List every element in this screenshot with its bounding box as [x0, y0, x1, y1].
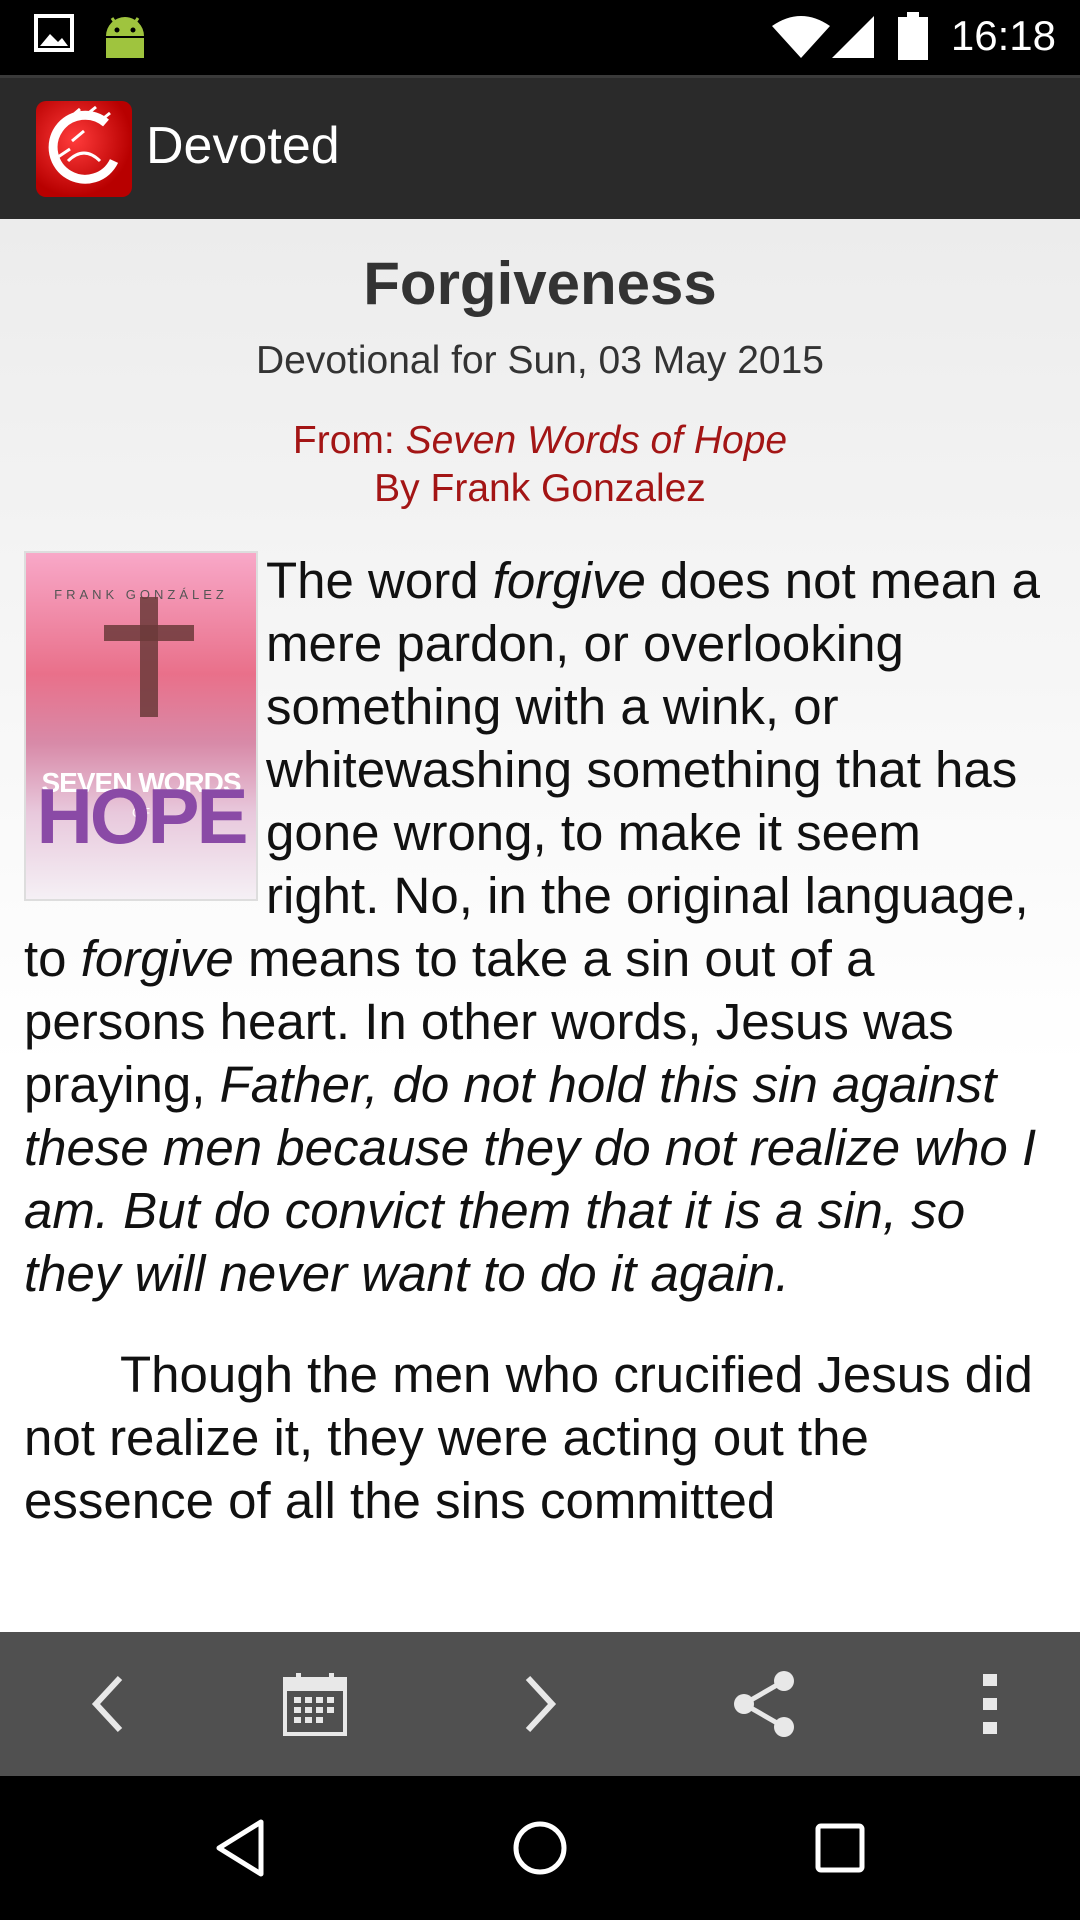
bottom-toolbar: [0, 1632, 1080, 1776]
share-button[interactable]: [657, 1632, 873, 1776]
recents-button[interactable]: [740, 1776, 940, 1920]
signal-icon: [832, 16, 874, 62]
back-icon: [216, 1819, 264, 1877]
wifi-icon: [772, 16, 830, 62]
book-cover-image: FRANK GONZÁLEZ SEVEN WORDS OF HOPE SPOKE…: [24, 551, 258, 901]
book-title: Seven Words of Hope: [405, 419, 788, 462]
image-icon: [34, 14, 74, 56]
share-icon: [734, 1671, 794, 1737]
text-run-italic: forgive: [492, 552, 646, 609]
overflow-menu-button[interactable]: [882, 1632, 1080, 1776]
paragraph: Though the men who crucified Jesus did n…: [24, 1343, 1044, 1532]
devotional-source: From: Seven Words of Hope By Frank Gonza…: [0, 417, 1080, 513]
text-run: The word: [266, 552, 493, 609]
cover-title-main: HOPE: [36, 772, 248, 860]
cover-subtitle: SPOKEN FROM THE CROSS: [26, 875, 256, 899]
android-icon: [102, 12, 148, 62]
text-run: Though the men who crucified Jesus did n…: [24, 1346, 1033, 1529]
back-button[interactable]: [140, 1776, 340, 1920]
devoted-logo[interactable]: [36, 101, 132, 197]
overflow-menu-icon: [983, 1674, 997, 1734]
devotional-content[interactable]: Forgiveness Devotional for Sun, 03 May 2…: [0, 219, 1080, 1632]
paragraph: FRANK GONZÁLEZ SEVEN WORDS OF HOPE SPOKE…: [24, 549, 1044, 1305]
cross-icon: [104, 597, 194, 717]
navigation-bar: [0, 1776, 1080, 1920]
previous-button[interactable]: [0, 1632, 216, 1776]
action-bar: Devoted: [0, 75, 1080, 219]
next-button[interactable]: [432, 1632, 648, 1776]
calendar-button[interactable]: [207, 1632, 423, 1776]
calendar-icon: [283, 1673, 347, 1736]
status-bar: 16:18: [0, 0, 1080, 75]
devotional-title: Forgiveness: [363, 250, 717, 317]
from-prefix: From:: [292, 419, 406, 462]
battery-icon: [898, 12, 928, 64]
clock: 16:18: [950, 12, 1056, 59]
next-icon: [525, 1675, 557, 1733]
home-button[interactable]: [440, 1776, 640, 1920]
devotional-body: FRANK GONZÁLEZ SEVEN WORDS OF HOPE SPOKE…: [24, 549, 1044, 1570]
previous-icon: [91, 1675, 123, 1733]
author-line: By Frank Gonzalez: [374, 467, 706, 510]
home-icon: [513, 1821, 567, 1875]
text-run-italic: forgive: [80, 930, 234, 987]
devotional-date: Devotional for Sun, 03 May 2015: [255, 339, 824, 382]
recents-icon: [815, 1823, 865, 1873]
source-line: From: Seven Words of Hope: [0, 417, 1080, 465]
app-title: Devoted: [146, 117, 340, 175]
